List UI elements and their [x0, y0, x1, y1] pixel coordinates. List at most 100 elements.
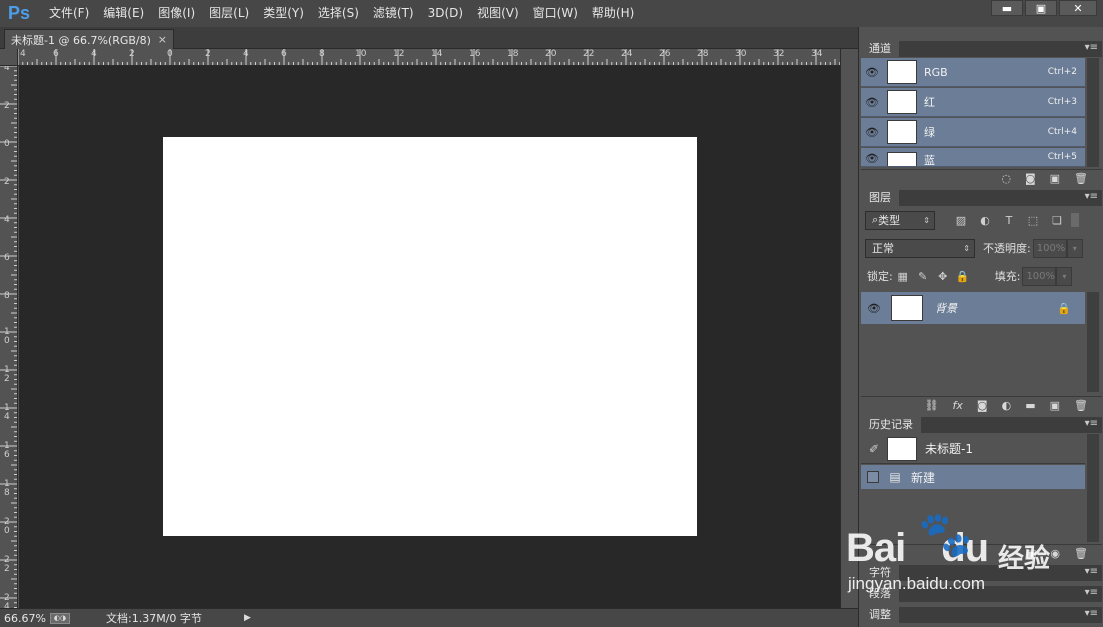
menu-3d[interactable]: 3D(D) — [421, 0, 470, 27]
tab-character[interactable]: 字符 — [861, 565, 899, 581]
opacity-field[interactable]: 100% — [1032, 238, 1067, 258]
menu-image[interactable]: 图像(I) — [151, 0, 202, 27]
panel-menu-icon[interactable]: ▾≡ — [1085, 587, 1098, 598]
lock-paint-icon[interactable]: ✎ — [913, 270, 933, 283]
filter-toggle-icon[interactable] — [1071, 213, 1079, 227]
panel-menu-icon[interactable]: ▾≡ — [1085, 566, 1098, 577]
ruler-top-label: 2 — [129, 49, 135, 59]
ruler-left-label: 1 6 — [4, 441, 10, 460]
channel-row[interactable]: 👁 RGB Ctrl+2 — [861, 58, 1085, 87]
tab-history[interactable]: 历史记录 — [861, 417, 921, 433]
channel-row[interactable]: 👁 绿 Ctrl+4 — [861, 118, 1085, 147]
trash-icon[interactable]: 🗑 — [1074, 172, 1088, 185]
opacity-dropdown-icon[interactable]: ▾ — [1066, 238, 1083, 258]
menu-window[interactable]: 窗口(W) — [526, 0, 585, 27]
mask-icon[interactable]: ◙ — [977, 399, 988, 412]
channel-row[interactable]: 👁 蓝 Ctrl+5 — [861, 148, 1085, 167]
canvas-scrollbar[interactable] — [840, 49, 858, 608]
layers-scrollbar[interactable] — [1087, 292, 1099, 392]
dotted-circle-icon[interactable]: ◌ — [1001, 172, 1011, 185]
panel-menu-icon[interactable]: ▾≡ — [1085, 608, 1098, 619]
lock-transparent-icon[interactable]: ▦ — [893, 270, 913, 283]
panel-menu-icon[interactable]: ▾≡ — [1085, 191, 1098, 202]
ruler-top-label: 26 — [659, 49, 671, 59]
lock-row: 锁定: ▦ ✎ ✥ 🔒 填充: 100% ▾ — [861, 262, 1102, 290]
new-channel-icon[interactable]: ▣ — [1050, 172, 1060, 185]
shape-filter-icon[interactable]: ⬚ — [1023, 214, 1043, 227]
tab-adjustments[interactable]: 调整 — [861, 607, 899, 623]
panel-menu-icon[interactable]: ▾≡ — [1085, 418, 1098, 429]
close-tab-icon[interactable]: × — [158, 33, 167, 46]
mask-icon[interactable]: ◙ — [1025, 172, 1036, 185]
menu-layer[interactable]: 图层(L) — [202, 0, 256, 27]
layers-footer: ⛓ fx ◙ ◐ ▬ ▣ 🗑 — [861, 396, 1102, 413]
image-filter-icon[interactable]: ▨ — [951, 214, 971, 227]
tab-paragraph[interactable]: 段落 — [861, 586, 899, 602]
history-item-name: 新建 — [911, 470, 936, 485]
document-tab[interactable]: 未标题-1 @ 66.7%(RGB/8) × — [4, 29, 174, 49]
tab-layers[interactable]: 图层 — [861, 190, 899, 206]
camera-icon[interactable]: ◉ — [1050, 547, 1060, 560]
menu-items: 文件(F) 编辑(E) 图像(I) 图层(L) 类型(Y) 选择(S) 滤镜(T… — [42, 0, 641, 27]
menu-select[interactable]: 选择(S) — [311, 0, 366, 27]
eye-icon[interactable]: 👁 — [861, 66, 883, 79]
eye-icon[interactable]: 👁 — [861, 302, 887, 315]
document-canvas[interactable] — [163, 137, 697, 536]
menu-view[interactable]: 视图(V) — [470, 0, 526, 27]
maximize-button[interactable]: ▣ — [1025, 0, 1057, 16]
menu-filter[interactable]: 滤镜(T) — [366, 0, 421, 27]
new-layer-icon[interactable]: ▣ — [1050, 399, 1060, 412]
history-brush-icon[interactable]: ✐ — [861, 442, 887, 456]
ruler-left[interactable]: 4 2 0 2 4 6 8 1 0 1 2 1 4 1 6 1 8 2 0 2 … — [0, 66, 18, 608]
menu-help[interactable]: 帮助(H) — [585, 0, 641, 27]
close-window-button[interactable]: ✕ — [1059, 0, 1097, 16]
ruler-top[interactable]: 4 6 4 2 0 2 4 6 8 10 12 14 16 18 20 22 2… — [18, 49, 840, 66]
zoom-level[interactable]: 66.67% — [0, 612, 50, 625]
channel-name: 绿 — [924, 126, 935, 139]
channels-scrollbar[interactable] — [1087, 58, 1099, 167]
minimize-button[interactable]: ▬ — [991, 0, 1023, 16]
lock-all-icon[interactable]: 🔒 — [953, 270, 973, 283]
eye-icon[interactable]: 👁 — [861, 152, 883, 165]
menu-file[interactable]: 文件(F) — [42, 0, 96, 27]
channel-row[interactable]: 👁 红 Ctrl+3 — [861, 88, 1085, 117]
canvas-area[interactable] — [19, 66, 840, 608]
trash-icon[interactable]: 🗑 — [1074, 399, 1088, 412]
eye-icon[interactable]: 👁 — [861, 126, 883, 139]
type-filter-icon[interactable]: T — [999, 214, 1019, 227]
history-snapshot[interactable]: ✐ 未标题-1 — [861, 434, 1085, 464]
eye-icon[interactable]: 👁 — [861, 96, 883, 109]
layer-row[interactable]: 👁 背景 🔒 — [861, 292, 1085, 324]
tab-channels[interactable]: 通道 — [861, 41, 899, 57]
panel-menu-icon[interactable]: ▾≡ — [1085, 42, 1098, 53]
lock-position-icon[interactable]: ✥ — [933, 270, 953, 283]
ruler-left-label: 2 — [4, 177, 10, 187]
blend-mode-select[interactable]: 正常 ⇕ — [865, 238, 975, 258]
ruler-top-label: 0 — [167, 49, 173, 59]
window-controls: ▬ ▣ ✕ — [991, 0, 1097, 16]
ruler-corner[interactable] — [0, 49, 18, 66]
history-source-checkbox[interactable] — [867, 471, 879, 483]
new-document-icon[interactable]: ▣ — [1026, 547, 1036, 560]
ruler-left-label: 2 — [4, 101, 10, 111]
folder-icon[interactable]: ▬ — [1025, 399, 1035, 412]
layer-filter-select[interactable]: ⌕ 类型 ⇕ — [865, 210, 935, 230]
status-menu-arrow-icon[interactable]: ▶ — [244, 613, 251, 623]
link-icon[interactable]: ⛓ — [925, 399, 939, 412]
ruler-top-ticks — [18, 49, 840, 65]
menu-edit[interactable]: 编辑(E) — [96, 0, 151, 27]
fx-icon[interactable]: fx — [953, 399, 963, 412]
history-scrollbar[interactable] — [1087, 434, 1099, 542]
adjustment-filter-icon[interactable]: ◐ — [975, 214, 995, 227]
smart-object-filter-icon[interactable]: ❏ — [1047, 214, 1067, 227]
trash-icon[interactable]: 🗑 — [1074, 547, 1088, 560]
layers-panel-header: 图层 ▾≡ — [861, 190, 1102, 206]
fill-dropdown-icon[interactable]: ▾ — [1056, 266, 1073, 286]
ruler-left-label: 2 2 — [4, 555, 10, 574]
fill-label: 填充: — [994, 270, 1021, 283]
menu-type[interactable]: 类型(Y) — [256, 0, 311, 27]
adjustment-icon[interactable]: ◐ — [1002, 399, 1012, 412]
layer-name[interactable]: 背景 — [935, 300, 957, 316]
fill-field[interactable]: 100% — [1022, 266, 1057, 286]
history-item[interactable]: ▤ 新建 — [861, 465, 1085, 489]
